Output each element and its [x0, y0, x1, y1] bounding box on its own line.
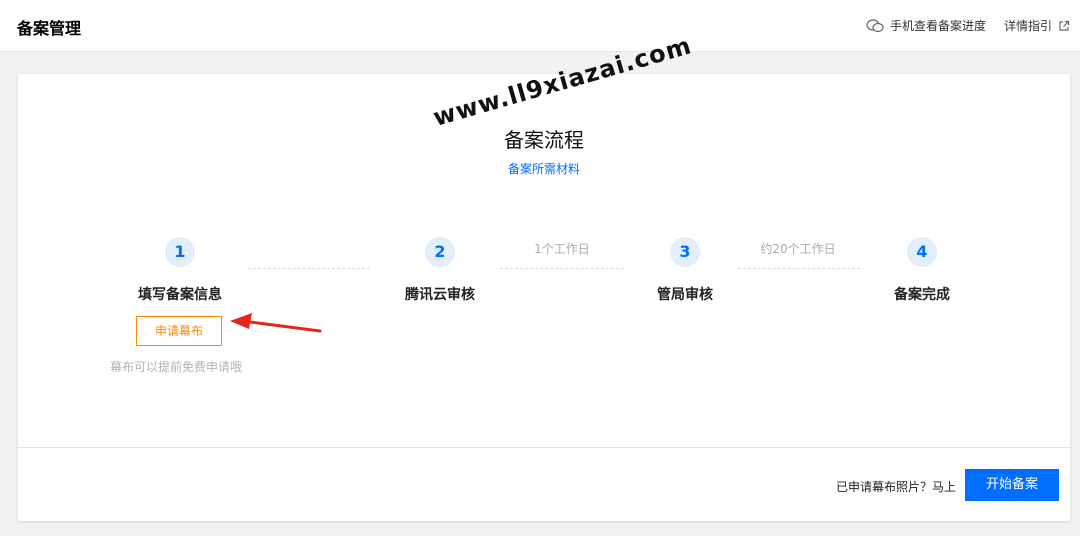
- step-4: 4 备案完成: [852, 237, 992, 304]
- guide-link[interactable]: 详情指引: [1004, 17, 1052, 34]
- flow-title: 备案流程: [504, 128, 584, 152]
- mobile-progress-link[interactable]: 手机查看备案进度: [890, 17, 986, 34]
- step-1: 1 填写备案信息: [110, 237, 250, 304]
- top-bar: 备案管理 手机查看备案进度 详情指引: [0, 0, 1080, 52]
- step-number: 4: [907, 237, 937, 267]
- duration-label: 1个工作日: [534, 242, 590, 256]
- start-filing-button[interactable]: 开始备案: [965, 469, 1059, 501]
- filing-card: 备案流程 备案所需材料 1 填写备案信息 2 腾讯云审核 1个工作日 3 管局审…: [18, 74, 1070, 521]
- page-title: 备案管理: [17, 19, 82, 38]
- wechat-icon: [866, 18, 884, 33]
- step-connector: [248, 268, 370, 269]
- duration-label: 约20个工作日: [760, 242, 836, 256]
- card-divider: [18, 447, 1070, 448]
- step-label: 填写备案信息: [138, 287, 222, 303]
- step-3: 3 管局审核: [615, 237, 755, 304]
- step-number: 3: [670, 237, 700, 267]
- external-link-icon[interactable]: [1058, 20, 1070, 32]
- step-number: 2: [425, 237, 455, 267]
- apply-curtain-button[interactable]: 申请幕布: [136, 316, 222, 346]
- materials-link[interactable]: 备案所需材料: [18, 160, 1070, 177]
- step-label: 备案完成: [894, 287, 950, 303]
- top-right-links: 手机查看备案进度 详情指引: [866, 17, 1070, 34]
- step-2: 2 腾讯云审核: [370, 237, 510, 304]
- step-number: 1: [165, 237, 195, 267]
- step-label: 腾讯云审核: [405, 287, 475, 303]
- start-prompt: 已申请幕布照片？马上: [836, 480, 957, 494]
- curtain-hint: 幕布可以提前免费申请哦: [110, 360, 243, 374]
- step-connector: [500, 268, 624, 269]
- step-label: 管局审核: [657, 287, 713, 303]
- annotation-arrow-icon: [230, 313, 322, 333]
- step-connector: [738, 268, 860, 269]
